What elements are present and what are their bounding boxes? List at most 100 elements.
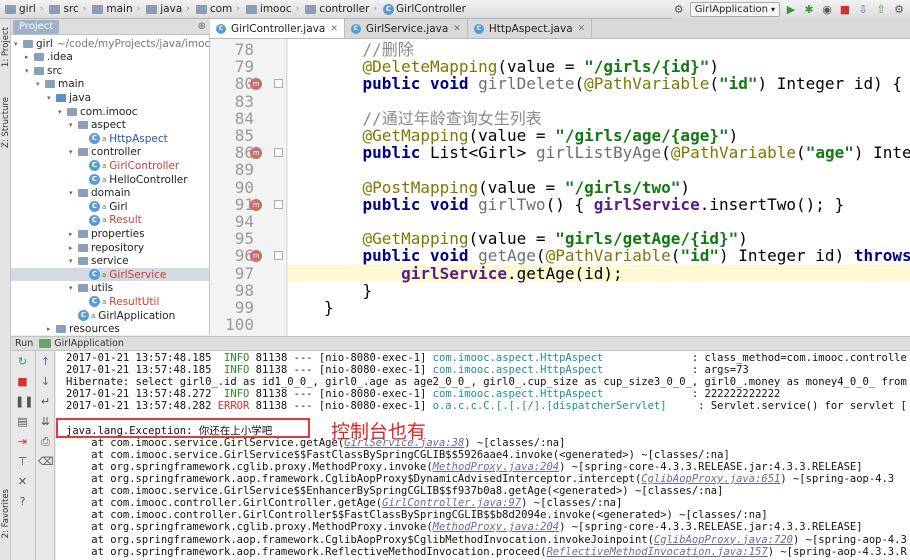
tree-node[interactable]: ▸ .idea <box>25 51 73 64</box>
scroll-up-icon[interactable]: ↑ <box>38 355 53 369</box>
close-icon[interactable]: ✕ <box>330 24 338 34</box>
breadcrumb-item[interactable]: main › <box>89 1 143 18</box>
close-icon[interactable]: ✕ <box>453 24 461 34</box>
tree-node[interactable]: ▾ com.imooc <box>58 105 138 118</box>
breadcrumb-item[interactable]: java › <box>143 1 193 18</box>
stacktrace-link[interactable]: GirlController.java:97 <box>382 497 521 509</box>
tree-node[interactable]: ▸ properties <box>69 227 145 240</box>
vcs-update-icon[interactable]: ⇩ <box>856 3 870 16</box>
pin-tab-icon[interactable]: ⊤ <box>15 455 30 469</box>
tree-node[interactable]: ▾ girl ~/code/myProjects/java/imooc <box>14 37 209 50</box>
favorites-tool-button[interactable]: 2: Favorites <box>1 489 11 538</box>
expand-arrow-icon[interactable]: ▾ <box>14 40 23 48</box>
breadcrumb-item[interactable]: C GirlController <box>380 1 469 18</box>
dump-threads-icon[interactable]: ▤ <box>15 415 30 429</box>
breadcrumb-item[interactable]: controller › <box>302 1 380 18</box>
exit-icon[interactable]: ⇥ <box>15 435 30 449</box>
editor-tab[interactable]: C GirlController.java ✕ <box>210 19 345 38</box>
tree-node[interactable]: Ca HelloController <box>80 173 188 186</box>
code-editor[interactable]: //删除 @DeleteMapping(value = "/girls/{id}… <box>288 39 910 336</box>
expand-arrow-icon[interactable]: ▾ <box>36 80 45 88</box>
breadcrumb-item[interactable]: girl › <box>2 1 46 18</box>
fold-icon[interactable] <box>274 199 283 209</box>
run-panel-app[interactable]: GirlApplication <box>54 338 124 349</box>
console-output[interactable]: at org.springframework.aop.framework.Ref… <box>56 351 910 560</box>
help-icon[interactable]: ? <box>15 495 30 509</box>
tree-node[interactable]: ▾ src <box>25 64 62 77</box>
breadcrumb-item[interactable]: src › <box>46 1 89 18</box>
line-number: 79 <box>234 57 254 77</box>
expand-arrow-icon[interactable]: ▾ <box>69 284 78 292</box>
stacktrace-link[interactable]: MethodProxy.java:204 <box>433 461 559 473</box>
code-line: public void girlTwo() { girlService.inse… <box>288 196 910 213</box>
print-icon[interactable]: ⎙ <box>38 435 53 449</box>
project-view-tab[interactable]: Project <box>13 19 60 34</box>
fold-icon[interactable] <box>274 251 283 261</box>
run-config-select[interactable]: GirlApplication ▾ <box>689 2 780 17</box>
tree-node[interactable]: ▸ repository <box>69 241 144 254</box>
project-tool-button[interactable]: 1: Project <box>1 27 11 67</box>
expand-arrow-icon[interactable]: ▸ <box>25 53 34 61</box>
close-icon[interactable]: ✕ <box>578 24 586 34</box>
request-mapping-marker-icon[interactable]: m <box>250 250 262 263</box>
expand-arrow-icon[interactable]: ▾ <box>69 257 78 265</box>
sync-icon[interactable]: ⊕ <box>198 21 206 32</box>
settings-icon[interactable]: ⚙ <box>892 3 906 16</box>
expand-arrow-icon[interactable]: ▾ <box>69 148 78 156</box>
editor-tab[interactable]: C GirlService.java ✕ <box>345 19 468 38</box>
expand-arrow-icon[interactable]: ▾ <box>69 189 78 197</box>
tree-node[interactable]: Ca Girl <box>80 200 128 213</box>
tree-node[interactable]: Ca HttpAspect <box>80 132 168 145</box>
tree-node[interactable]: Ca ResultUtil <box>80 295 159 308</box>
run-icon[interactable]: ▶ <box>784 3 798 16</box>
tree-node[interactable]: ▾ domain <box>69 187 130 200</box>
expand-arrow-icon[interactable]: ▾ <box>47 94 56 102</box>
expand-arrow-icon[interactable]: ▸ <box>47 325 56 333</box>
expand-arrow-icon[interactable]: ▸ <box>69 244 78 252</box>
editor-tab[interactable]: C HttpAspect.java ✕ <box>468 19 593 38</box>
breadcrumb-item[interactable]: imooc › <box>243 1 302 18</box>
tree-node[interactable]: ▾ service <box>69 255 129 268</box>
stacktrace-link[interactable]: ReflectiveMethodInvocation.java:157 <box>546 546 767 558</box>
tree-node[interactable]: ▾ main <box>36 78 84 91</box>
tree-node[interactable]: Ca GirlService <box>11 268 209 282</box>
tree-node[interactable]: ▸ resources <box>47 323 120 335</box>
expand-arrow-icon[interactable]: ▾ <box>58 108 67 116</box>
line-number: 94 <box>234 212 254 231</box>
scroll-down-icon[interactable]: ↓ <box>38 375 53 389</box>
expand-arrow-icon[interactable]: ▾ <box>69 121 78 129</box>
breadcrumb-item[interactable]: com › <box>193 1 243 18</box>
tree-node[interactable]: ▾ utils <box>69 282 113 295</box>
fold-icon[interactable] <box>274 79 283 89</box>
request-mapping-marker-icon[interactable]: m <box>250 78 262 91</box>
close-run-icon[interactable]: ✕ <box>15 475 30 489</box>
coverage-icon[interactable]: ◉ <box>820 3 834 16</box>
tree-node[interactable]: Ca Result <box>80 214 142 227</box>
vcs-commit-icon[interactable]: ⇧ <box>874 3 888 16</box>
debug-icon[interactable]: ✱ <box>802 3 816 16</box>
tree-node[interactable]: ▾ aspect <box>69 119 126 132</box>
stop-icon[interactable]: ■ <box>838 3 852 16</box>
clear-all-icon[interactable]: ⌫ <box>38 455 54 469</box>
tree-node[interactable]: Ca GirlController <box>80 159 179 172</box>
request-mapping-marker-icon[interactable]: m <box>250 147 262 160</box>
structure-tool-button[interactable]: Z: Structure <box>1 97 11 148</box>
breadcrumb-label: src <box>63 3 79 15</box>
fold-icon[interactable] <box>274 148 283 158</box>
tree-node[interactable]: ▾ controller <box>69 146 141 159</box>
rerun-icon[interactable]: ↻ <box>15 355 30 369</box>
request-mapping-marker-icon[interactable]: m <box>250 198 262 211</box>
pause-output-icon[interactable]: ❚❚ <box>15 395 33 409</box>
stacktrace-link[interactable]: CglibAopProxy.java:651 <box>641 473 780 485</box>
build-icon[interactable]: ⚙ <box>672 3 686 16</box>
tree-node[interactable]: Ca GirlApplication <box>69 309 175 322</box>
scroll-to-end-icon[interactable]: ⇊ <box>38 415 53 429</box>
soft-wrap-icon[interactable]: ↵ <box>38 395 53 409</box>
stop-icon[interactable]: ■ <box>15 375 30 389</box>
stacktrace-link[interactable]: CglibAopProxy.java:720 <box>654 534 793 546</box>
tree-node[interactable]: ▾ java <box>47 91 91 104</box>
tree-node-label: java <box>69 91 91 104</box>
stacktrace-link[interactable]: MethodProxy.java:204 <box>433 521 559 533</box>
expand-arrow-icon[interactable]: ▸ <box>69 230 78 238</box>
expand-arrow-icon[interactable]: ▾ <box>25 67 34 75</box>
